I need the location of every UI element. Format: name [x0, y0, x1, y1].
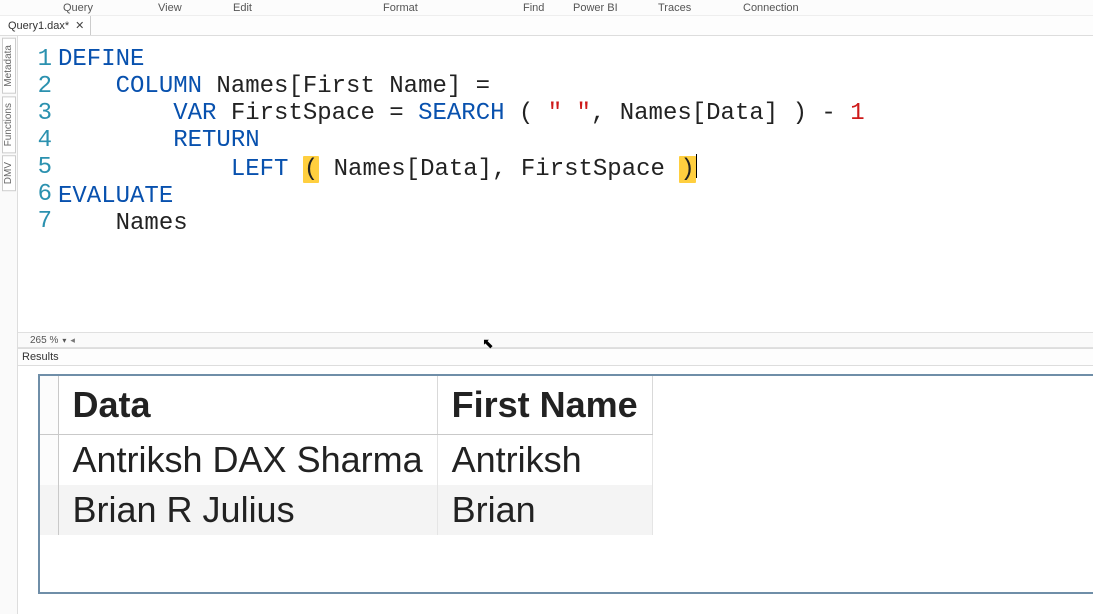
- zoom-dropdown-icon[interactable]: ▾: [62, 336, 66, 345]
- zoom-value[interactable]: 265 %: [30, 335, 58, 346]
- row-header[interactable]: [40, 435, 58, 486]
- menu-bar: Query View Edit Format Find Power BI Tra…: [0, 0, 1093, 16]
- row-header[interactable]: [40, 485, 58, 535]
- editor-region: 1 2 3 4 5 6 7 DEFINE COLUMN Names[First …: [18, 36, 1093, 614]
- column-header-data[interactable]: Data: [58, 376, 437, 435]
- table-header-row: Data First Name: [40, 376, 652, 435]
- zoom-bar: 265 % ▾ ◂: [18, 332, 1093, 348]
- cell[interactable]: Brian: [437, 485, 652, 535]
- cell[interactable]: Antriksh: [437, 435, 652, 486]
- document-tab-label: Query1.dax*: [8, 20, 69, 32]
- menu-powerbi[interactable]: Power BI: [565, 2, 626, 14]
- close-icon[interactable]: ✕: [75, 19, 84, 32]
- scroll-left-icon[interactable]: ◂: [70, 335, 75, 346]
- menu-view[interactable]: View: [150, 2, 190, 14]
- main-area: Metadata Functions DMV 1 2 3 4 5 6 7 DEF…: [0, 36, 1093, 614]
- document-tab-row: Query1.dax* ✕: [0, 16, 1093, 36]
- menu-format[interactable]: Format: [375, 2, 426, 14]
- close-paren-highlight: ): [679, 156, 695, 183]
- cell[interactable]: Antriksh DAX Sharma: [58, 435, 437, 486]
- results-panel: Data First Name Antriksh DAX Sharma Antr…: [18, 366, 1093, 614]
- table-row[interactable]: Antriksh DAX Sharma Antriksh: [40, 435, 652, 486]
- menu-find[interactable]: Find: [515, 2, 552, 14]
- text-caret: [696, 154, 697, 178]
- column-header-firstname[interactable]: First Name: [437, 376, 652, 435]
- table-row[interactable]: Brian R Julius Brian: [40, 485, 652, 535]
- sidetab-functions[interactable]: Functions: [2, 96, 16, 153]
- line-number-gutter: 1 2 3 4 5 6 7: [18, 36, 58, 332]
- results-panel-label: Results: [18, 348, 1093, 366]
- menu-query[interactable]: Query: [55, 2, 101, 14]
- code-content[interactable]: DEFINE COLUMN Names[First Name] = VAR Fi…: [58, 36, 1093, 332]
- menu-connection[interactable]: Connection: [735, 2, 807, 14]
- sidetab-metadata[interactable]: Metadata: [2, 38, 16, 94]
- menu-edit[interactable]: Edit: [225, 2, 260, 14]
- results-grid[interactable]: Data First Name Antriksh DAX Sharma Antr…: [40, 376, 653, 535]
- sidetab-dmv[interactable]: DMV: [2, 155, 16, 191]
- row-header-corner: [40, 376, 58, 435]
- side-tab-strip: Metadata Functions DMV: [0, 36, 18, 614]
- open-paren-highlight: (: [303, 156, 319, 183]
- menu-traces[interactable]: Traces: [650, 2, 699, 14]
- results-grid-wrap: Data First Name Antriksh DAX Sharma Antr…: [38, 374, 1093, 594]
- code-editor[interactable]: 1 2 3 4 5 6 7 DEFINE COLUMN Names[First …: [18, 36, 1093, 332]
- cell[interactable]: Brian R Julius: [58, 485, 437, 535]
- document-tab[interactable]: Query1.dax* ✕: [0, 16, 91, 35]
